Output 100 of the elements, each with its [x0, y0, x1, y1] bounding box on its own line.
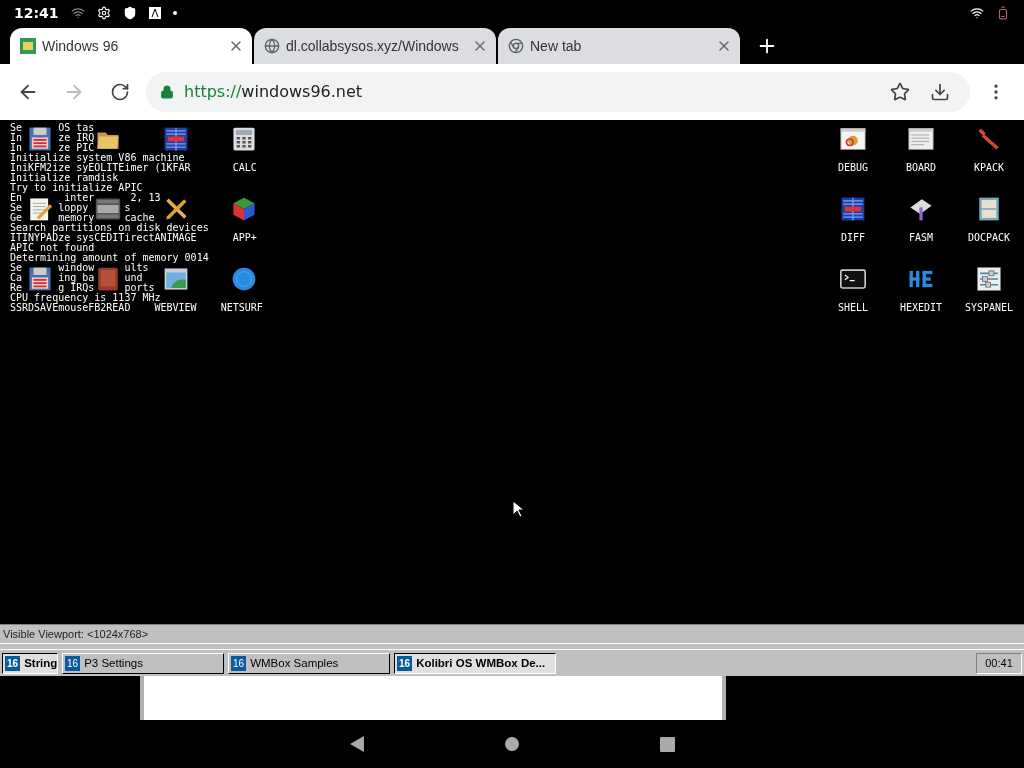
boot-log-text: ports	[124, 282, 155, 293]
boot-log-text: In	[10, 132, 23, 143]
taskbar-button[interactable]: 16 String	[2, 652, 58, 674]
sliders-icon[interactable]	[976, 265, 1002, 292]
clock: 12:41	[14, 5, 59, 21]
taskbar-button[interactable]: 16 Kolibri OS WMBox De...	[394, 652, 556, 674]
notepad-icon[interactable]	[27, 195, 53, 222]
boot-log-text: S	[10, 302, 17, 313]
icon-label: FASM	[908, 232, 934, 243]
boot-log-text: ize sy	[52, 162, 89, 173]
boot-log-text: Search partitions on disk devices	[10, 222, 209, 233]
globe-icon	[264, 37, 280, 54]
wifi-icon	[70, 6, 85, 20]
boot-log-text: Try to initialize APIC	[10, 182, 143, 193]
wifi-icon	[970, 6, 984, 20]
window-badge: 16	[5, 655, 21, 671]
battery-icon	[996, 6, 1010, 20]
boot-log-text: Re	[10, 282, 23, 293]
font-notification-icon	[148, 7, 161, 19]
home-circle-icon[interactable]	[503, 736, 520, 753]
boot-log-text: ze IRQ	[58, 132, 95, 143]
boot-log-text: OS tas	[58, 122, 95, 133]
boot-log-text: Ini	[10, 162, 29, 173]
boot-log-text: window	[58, 262, 95, 273]
boot-log-text: CPU frequency is 1137 MHz	[10, 292, 161, 303]
lock-icon	[160, 84, 174, 99]
text-window-icon[interactable]	[908, 125, 934, 152]
mouse-pointer-icon	[512, 499, 524, 518]
dot-icon	[172, 11, 177, 15]
address-bar[interactable]: https://windows96.net	[146, 71, 970, 112]
settings-icon	[96, 6, 111, 20]
book-icon[interactable]	[95, 265, 121, 292]
taskbar-button[interactable]: 16 P3 Settings	[62, 652, 224, 674]
bug-window-icon[interactable]	[840, 125, 866, 152]
boot-log-text: imer (1	[124, 162, 167, 173]
icon-label: CALC	[232, 162, 257, 173]
icon-label: EOLITE	[88, 162, 125, 173]
icon-label: APP+	[232, 232, 257, 243]
boot-log-text: Initialize ramdisk	[10, 172, 119, 183]
taskbar-clock: 00:41	[976, 652, 1022, 674]
taskbar-button[interactable]: 16 WMBox Samples	[228, 652, 390, 674]
boot-log-text: Se	[10, 262, 23, 273]
back-triangle-icon[interactable]	[349, 736, 364, 753]
boot-log-text: Se	[10, 202, 23, 213]
chrome-icon	[508, 37, 524, 54]
cabinet-icon[interactable]	[976, 195, 1002, 222]
boot-log-text: ze sys	[58, 232, 95, 243]
icon-label: DOCPACK	[967, 232, 1011, 243]
icon-label: KFAR	[166, 162, 191, 173]
globe-icon[interactable]	[231, 265, 257, 292]
boot-log-text: In	[10, 142, 23, 153]
boot-log-text: Ca	[10, 272, 23, 283]
window-badge: 16	[65, 655, 81, 671]
site-favicon-icon	[20, 37, 36, 54]
browser-tab[interactable]: New tab	[498, 27, 740, 64]
boot-log-text: Se	[10, 122, 23, 133]
picture-window-icon[interactable]	[163, 265, 189, 292]
icon-label: KFM2	[28, 162, 53, 173]
icon-label: HEXEDIT	[899, 302, 943, 313]
boot-log-text: I	[10, 232, 17, 243]
boot-log-text: ing ba	[58, 272, 95, 283]
boot-log-text: ults	[124, 262, 149, 273]
browser-tab[interactable]: Windows 96	[10, 27, 252, 64]
icon-label: SHELL	[837, 302, 869, 313]
boot-log-text: loppy	[58, 202, 89, 213]
boot-log-text: g IRQs	[58, 282, 95, 293]
shield-icon	[122, 6, 137, 20]
boot-log-text: s	[124, 202, 131, 213]
icon-label: BOARD	[905, 162, 937, 173]
boot-log-text: Determining amount of memory 0014	[10, 252, 209, 263]
boot-log-text: ze PIC	[58, 142, 95, 153]
browser-tab[interactable]: dl.collabsysos.xyz/Windows	[254, 27, 496, 64]
boot-log-text: 2, 13	[130, 192, 161, 203]
calculator-icon[interactable]	[231, 125, 257, 152]
viewport-status: Visible Viewport: <1024x768>	[0, 624, 1024, 645]
window-badge: 16	[397, 655, 413, 671]
icon-label: DEBUG	[837, 162, 869, 173]
icon-label: KPACK	[973, 162, 1005, 173]
boot-log-text: mouse	[58, 302, 89, 313]
icon-label: CEDIT	[94, 232, 125, 243]
reload-icon[interactable]	[110, 81, 130, 102]
boot-log-text: APIC not found	[10, 242, 95, 253]
boot-log-text: Ge	[10, 212, 23, 223]
boot-log-text: und	[124, 272, 143, 283]
star-icon[interactable]	[890, 81, 910, 102]
icon-label: ANIMAGE	[154, 232, 197, 243]
icon-label: WEBVIEW	[154, 302, 197, 313]
recents-square-icon[interactable]	[659, 736, 675, 752]
boot-log-text: En	[10, 192, 23, 203]
boot-log-text: irect	[124, 232, 155, 243]
cube-icon[interactable]	[231, 195, 257, 222]
twin-panels-icon[interactable]	[163, 125, 189, 152]
icon-label: DIFF	[840, 232, 866, 243]
boot-log-text: inter	[64, 192, 95, 203]
download-icon[interactable]	[930, 81, 950, 102]
code-window-icon[interactable]	[95, 195, 121, 222]
boot-log-text: Initialize system V86 machine	[10, 152, 185, 163]
window-badge: 16	[231, 655, 247, 671]
twin-panels-icon[interactable]	[840, 195, 866, 222]
boot-log-text: memory	[58, 212, 95, 223]
